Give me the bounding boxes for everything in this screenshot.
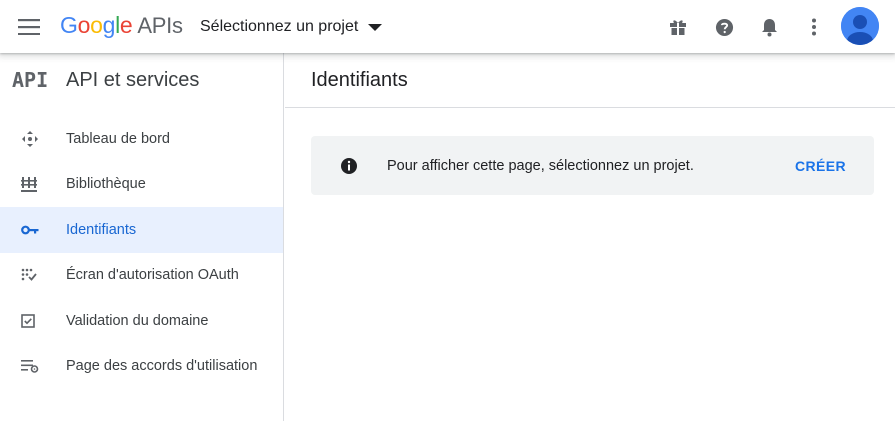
main-content: Identifiants Pour afficher cette page, s… — [285, 53, 895, 421]
gift-button[interactable] — [664, 13, 692, 41]
api-logo-icon: API — [12, 69, 48, 91]
select-project-notice: Pour afficher cette page, sélectionnez u… — [311, 136, 874, 195]
project-selector-label: Sélectionnez un projet — [200, 18, 359, 35]
gift-icon — [670, 20, 686, 35]
help-icon — [715, 18, 733, 36]
notifications-button[interactable] — [755, 13, 783, 41]
sidebar-title: API et services — [66, 68, 200, 91]
notice-text: Pour afficher cette page, sélectionnez u… — [387, 157, 694, 174]
caret-down-icon — [368, 24, 383, 31]
sidebar-item-label: Écran d'autorisation OAuth — [66, 267, 239, 284]
help-button[interactable] — [710, 13, 738, 41]
sidebar-item-dashboard[interactable]: Tableau de bord — [0, 116, 283, 162]
sidebar-item-usage-agreements[interactable]: Page des accords d'utilisation — [0, 344, 283, 390]
more-vert-icon — [812, 18, 816, 36]
notifications-icon — [761, 18, 777, 36]
page-title: Identifiants — [285, 53, 895, 108]
person-icon — [841, 7, 879, 45]
sidebar-item-label: Identifiants — [66, 221, 137, 238]
google-wordmark: Google — [60, 12, 133, 38]
top-app-bar: Google APIs Sélectionnez un projet — [0, 0, 895, 53]
sidebar-item-credentials[interactable]: Identifiants — [0, 207, 283, 253]
create-project-button[interactable]: CRÉER — [781, 150, 874, 182]
account-avatar[interactable] — [841, 7, 879, 45]
sidebar-header: API API et services — [0, 53, 283, 107]
apis-wordmark: APIs — [137, 13, 183, 38]
sidebar-item-oauth-consent[interactable]: Écran d'autorisation OAuth — [0, 253, 283, 299]
api-badge: API — [0, 69, 66, 91]
sidebar: API API et services Tableau de bord Bibl… — [0, 53, 284, 421]
project-selector[interactable]: Sélectionnez un projet — [200, 14, 383, 40]
google-apis-logo[interactable]: Google APIs — [60, 12, 183, 40]
oauth-consent-icon — [0, 268, 66, 282]
info-icon — [311, 157, 387, 175]
settings-list-icon — [0, 359, 66, 374]
sidebar-item-domain-verification[interactable]: Validation du domaine — [0, 298, 283, 344]
sidebar-item-label: Tableau de bord — [66, 130, 170, 147]
checkbox-icon — [0, 313, 66, 328]
dashboard-icon — [0, 130, 66, 148]
sidebar-item-label: Page des accords d'utilisation — [66, 358, 258, 375]
key-icon — [0, 225, 66, 235]
main-menu-button[interactable] — [14, 12, 44, 42]
menu-icon — [18, 19, 40, 35]
svg-text:API: API — [12, 69, 48, 91]
more-options-button[interactable] — [800, 13, 828, 41]
sidebar-item-library[interactable]: Bibliothèque — [0, 162, 283, 208]
library-icon — [0, 176, 66, 193]
sidebar-item-label: Validation du domaine — [66, 312, 209, 329]
sidebar-item-label: Bibliothèque — [66, 176, 146, 193]
sidebar-nav: Tableau de bord Bibliothèque Identifiant… — [0, 116, 283, 389]
